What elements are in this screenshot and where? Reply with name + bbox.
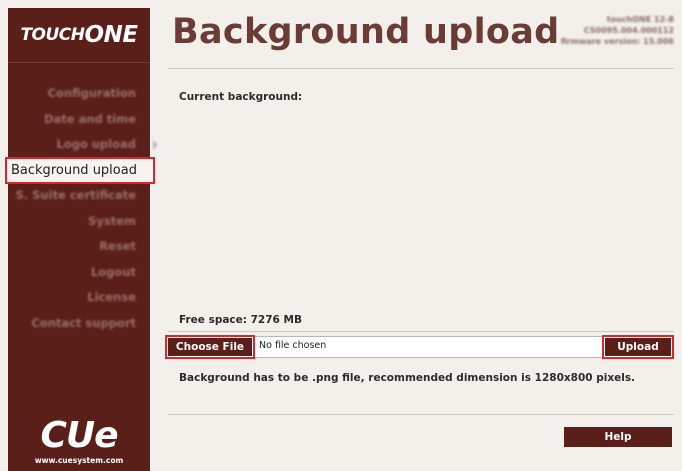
page-title: Background upload <box>172 12 560 52</box>
free-space-label: Free space: 7276 MB <box>179 314 302 326</box>
sidebar-item-certificate[interactable]: S. Suite certificate <box>8 183 150 209</box>
device-info: touchONE 12-8 CS0095.004.000112 firmware… <box>561 14 674 47</box>
brand-suffix: ONE <box>84 22 139 48</box>
sidebar-item-background-upload[interactable]: Background upload <box>5 156 155 184</box>
sidebar-item-contact-support[interactable]: Contact support <box>8 311 150 337</box>
sidebar-item-logout[interactable]: Logout <box>8 260 150 286</box>
file-status: No file chosen <box>259 340 327 351</box>
sidebar-item-system[interactable]: System <box>8 209 150 235</box>
device-model: touchONE 12-8 <box>606 15 674 24</box>
sidebar-item-license[interactable]: License <box>8 285 150 311</box>
file-upload-row: Choose File No file chosen Upload <box>165 335 674 359</box>
sidebar-item-reset[interactable]: Reset <box>8 234 150 260</box>
free-space-divider <box>168 331 674 332</box>
title-divider <box>168 68 674 69</box>
sidebar: TOUCH ONE Configuration Date and time Log… <box>5 8 158 471</box>
cue-url: www.cuesystem.com <box>34 456 124 465</box>
sidebar-item-logo-upload[interactable]: Logo upload <box>8 132 158 158</box>
device-serial: CS0095.004.000112 <box>583 26 674 35</box>
current-background-label: Current background: <box>179 91 303 103</box>
cue-logo: CUe www.cuesystem.com <box>8 415 150 466</box>
firmware-version: firmware version: 15.006 <box>560 37 674 46</box>
cue-logo-mark: CUe <box>40 415 118 456</box>
brand-prefix: TOUCH <box>20 25 85 45</box>
help-button[interactable]: Help <box>564 427 672 447</box>
bottom-divider <box>168 414 674 415</box>
upload-button[interactable]: Upload <box>602 335 674 359</box>
sidebar-nav: Configuration Date and time Logo upload … <box>5 63 158 337</box>
choose-file-button[interactable]: Choose File <box>165 335 255 359</box>
sidebar-item-configuration[interactable]: Configuration <box>8 81 150 107</box>
touchone-logo: TOUCH ONE <box>8 8 150 62</box>
sidebar-item-date-and-time[interactable]: Date and time <box>8 107 150 133</box>
upload-hint: Background has to be .png file, recommen… <box>179 372 636 384</box>
